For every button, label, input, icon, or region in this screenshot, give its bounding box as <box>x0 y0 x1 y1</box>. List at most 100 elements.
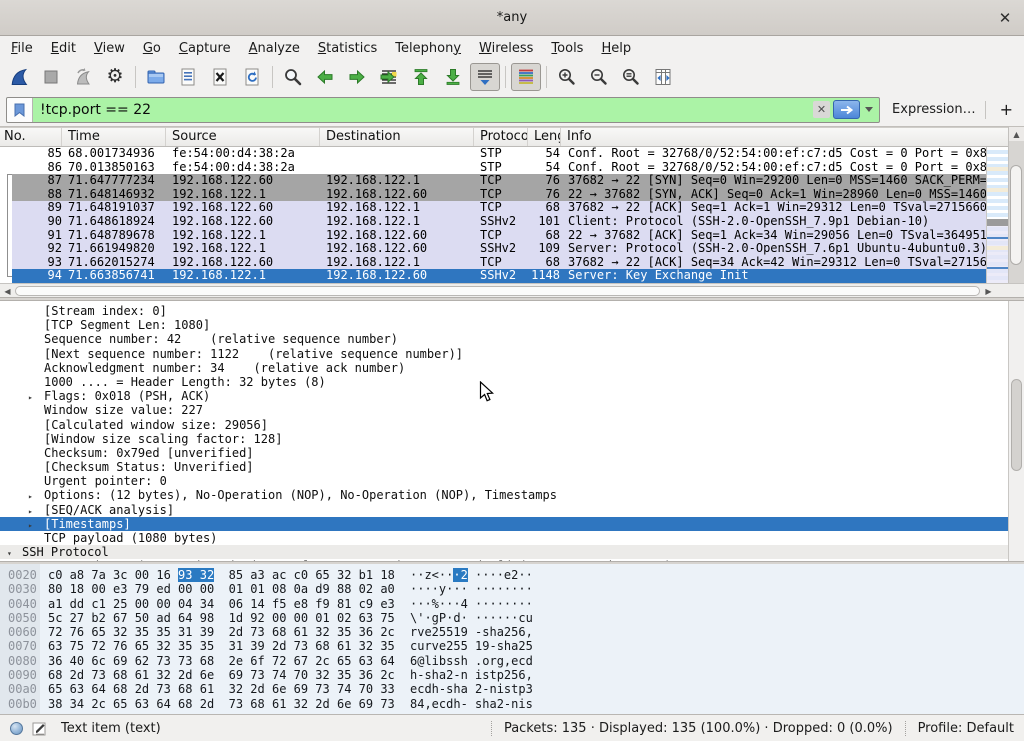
display-filter-field[interactable]: !tcp.port == 22 ✕ <box>6 97 880 123</box>
packet-row[interactable]: 8771.647777234192.168.122.60192.168.122.… <box>0 174 986 188</box>
go-first-icon[interactable] <box>406 63 436 91</box>
column-header-source[interactable]: Source <box>166 128 320 146</box>
packet-row[interactable]: 8871.648146932192.168.122.1192.168.122.6… <box>0 188 986 202</box>
filter-history-caret-icon[interactable] <box>865 107 873 112</box>
packet-row-selected[interactable]: 9471.663856741192.168.122.1192.168.122.6… <box>0 269 986 283</box>
scroll-up-icon[interactable]: ▲ <box>1009 127 1024 141</box>
detail-line-options[interactable]: ▸Options: (12 bytes), No-Operation (NOP)… <box>0 488 1008 502</box>
title-bar[interactable]: *any ✕ <box>0 0 1024 36</box>
detail-line[interactable]: [Next sequence number: 1122 (relative se… <box>0 347 1008 361</box>
filter-bookmark-icon[interactable] <box>7 98 33 122</box>
column-header-info[interactable]: Info <box>561 128 1008 146</box>
column-header-no[interactable]: No. <box>0 128 62 146</box>
menu-telephony[interactable]: Telephony <box>386 38 470 59</box>
go-last-icon[interactable] <box>438 63 468 91</box>
start-capture-icon[interactable] <box>4 63 34 91</box>
column-header-length[interactable]: Length <box>528 128 561 146</box>
menu-statistics[interactable]: Statistics <box>309 38 386 59</box>
go-forward-icon[interactable] <box>342 63 372 91</box>
filter-apply-icon[interactable] <box>833 100 860 119</box>
expander-icon[interactable]: ▸ <box>28 519 33 531</box>
scroll-left-icon[interactable]: ◀ <box>1 285 14 297</box>
packet-row[interactable]: 8568.001734936fe:54:00:d4:38:2aSTP54Conf… <box>0 147 986 161</box>
menu-tools[interactable]: Tools <box>542 38 592 59</box>
filter-clear-icon[interactable]: ✕ <box>813 101 830 118</box>
detail-line[interactable]: [Checksum Status: Unverified] <box>0 460 1008 474</box>
menu-wireless[interactable]: Wireless <box>470 38 542 59</box>
menu-analyze[interactable]: Analyze <box>240 38 309 59</box>
packet-row[interactable]: 9071.648618924192.168.122.60192.168.122.… <box>0 215 986 229</box>
column-header-destination[interactable]: Destination <box>320 128 474 146</box>
detail-line[interactable]: Sequence number: 42 (relative sequence n… <box>0 332 1008 346</box>
expert-info-icon[interactable] <box>10 722 23 735</box>
status-profile[interactable]: Profile: Default <box>918 721 1014 736</box>
colorize-packets-icon[interactable] <box>511 63 541 91</box>
hex-row[interactable]: 0020c0 a8 7a 3c 00 16 93 32 85 a3 ac c0 … <box>0 568 1024 582</box>
capture-comment-icon[interactable] <box>32 721 47 736</box>
hex-row[interactable]: 00505c 27 b2 67 50 ad 64 98 1d 92 00 00 … <box>0 611 1024 625</box>
auto-scroll-icon[interactable] <box>470 63 500 91</box>
details-vscrollbar[interactable] <box>1008 301 1024 561</box>
find-packet-icon[interactable] <box>278 63 308 91</box>
menu-view[interactable]: View <box>85 38 134 59</box>
intelligent-scrollbar-minimap[interactable] <box>986 147 1008 283</box>
expression-button[interactable]: Expression… <box>892 102 976 117</box>
packet-list-hscrollbar[interactable]: ◀ ▶ <box>0 283 996 297</box>
detail-line[interactable]: Checksum: 0x79ed [unverified] <box>0 446 1008 460</box>
hex-row[interactable]: 007063 75 72 76 65 32 35 35 31 39 2d 73 … <box>0 639 1024 653</box>
capture-options-icon[interactable]: ⚙ <box>100 63 130 91</box>
zoom-in-icon[interactable] <box>552 63 582 91</box>
reload-file-icon[interactable] <box>237 63 267 91</box>
menu-help[interactable]: Help <box>592 38 640 59</box>
menu-file[interactable]: File <box>2 38 42 59</box>
close-icon[interactable]: ✕ <box>995 8 1015 28</box>
stop-capture-icon[interactable] <box>36 63 66 91</box>
packet-row[interactable]: 9271.661949820192.168.122.1192.168.122.6… <box>0 242 986 256</box>
vscroll-thumb[interactable] <box>1010 165 1022 265</box>
zoom-out-icon[interactable] <box>584 63 614 91</box>
hex-row[interactable]: 006072 76 65 32 35 35 31 39 2d 73 68 61 … <box>0 625 1024 639</box>
detail-line[interactable]: [TCP Segment Len: 1080] <box>0 318 1008 332</box>
detail-line[interactable]: Urgent pointer: 0 <box>0 474 1008 488</box>
restart-capture-icon[interactable] <box>68 63 98 91</box>
hex-row[interactable]: 009068 2d 73 68 61 32 2d 6e 69 73 74 70 … <box>0 668 1024 682</box>
details-scroll-thumb[interactable] <box>1011 379 1022 471</box>
expander-icon[interactable]: ▾ <box>7 547 12 559</box>
detail-line[interactable]: Window size value: 227 <box>0 403 1008 417</box>
go-back-icon[interactable] <box>310 63 340 91</box>
packet-row[interactable]: 9371.662015274192.168.122.60192.168.122.… <box>0 256 986 270</box>
detail-line-ssh-protocol[interactable]: ▾SSH Protocol <box>0 545 1008 559</box>
open-file-icon[interactable] <box>141 63 171 91</box>
detail-line-flags[interactable]: ▸Flags: 0x018 (PSH, ACK) <box>0 389 1008 403</box>
hex-row[interactable]: 0040a1 dd c1 25 00 00 04 34 06 14 f5 e8 … <box>0 597 1024 611</box>
detail-line[interactable]: [Stream index: 0] <box>0 304 1008 318</box>
add-filter-button[interactable]: + <box>995 100 1018 119</box>
zoom-original-icon[interactable] <box>616 63 646 91</box>
hex-row[interactable]: 00a065 63 64 68 2d 73 68 61 32 2d 6e 69 … <box>0 682 1024 696</box>
resize-columns-icon[interactable] <box>648 63 678 91</box>
detail-line[interactable]: [Calculated window size: 29056] <box>0 418 1008 432</box>
close-file-icon[interactable] <box>205 63 235 91</box>
packet-row[interactable]: 9171.648789678192.168.122.1192.168.122.6… <box>0 229 986 243</box>
detail-line[interactable]: 1000 .... = Header Length: 32 bytes (8) <box>0 375 1008 389</box>
menu-go[interactable]: Go <box>134 38 170 59</box>
go-to-packet-icon[interactable] <box>374 63 404 91</box>
column-header-time[interactable]: Time <box>62 128 166 146</box>
packet-row[interactable]: 8971.648191037192.168.122.60192.168.122.… <box>0 201 986 215</box>
menu-edit[interactable]: Edit <box>42 38 85 59</box>
packet-list-vscrollbar[interactable]: ▲ ▼ <box>1008 127 1024 297</box>
hscroll-thumb[interactable] <box>15 286 980 296</box>
hex-row[interactable]: 008036 40 6c 69 62 73 73 68 2e 6f 72 67 … <box>0 654 1024 668</box>
detail-line[interactable]: Acknowledgment number: 34 (relative ack … <box>0 361 1008 375</box>
scroll-right-icon[interactable]: ▶ <box>982 285 995 297</box>
hex-row[interactable]: 00b038 34 2c 65 63 64 68 2d 73 68 61 32 … <box>0 697 1024 711</box>
save-file-icon[interactable] <box>173 63 203 91</box>
column-header-protocol[interactable]: Protocol <box>474 128 528 146</box>
expander-icon[interactable]: ▸ <box>28 391 33 403</box>
detail-line[interactable]: TCP payload (1080 bytes) <box>0 531 1008 545</box>
menu-capture[interactable]: Capture <box>170 38 240 59</box>
filter-input[interactable]: !tcp.port == 22 <box>33 102 813 118</box>
detail-line[interactable]: [Window size scaling factor: 128] <box>0 432 1008 446</box>
detail-line-seq-ack[interactable]: ▸[SEQ/ACK analysis] <box>0 503 1008 517</box>
expander-icon[interactable]: ▸ <box>28 505 33 517</box>
